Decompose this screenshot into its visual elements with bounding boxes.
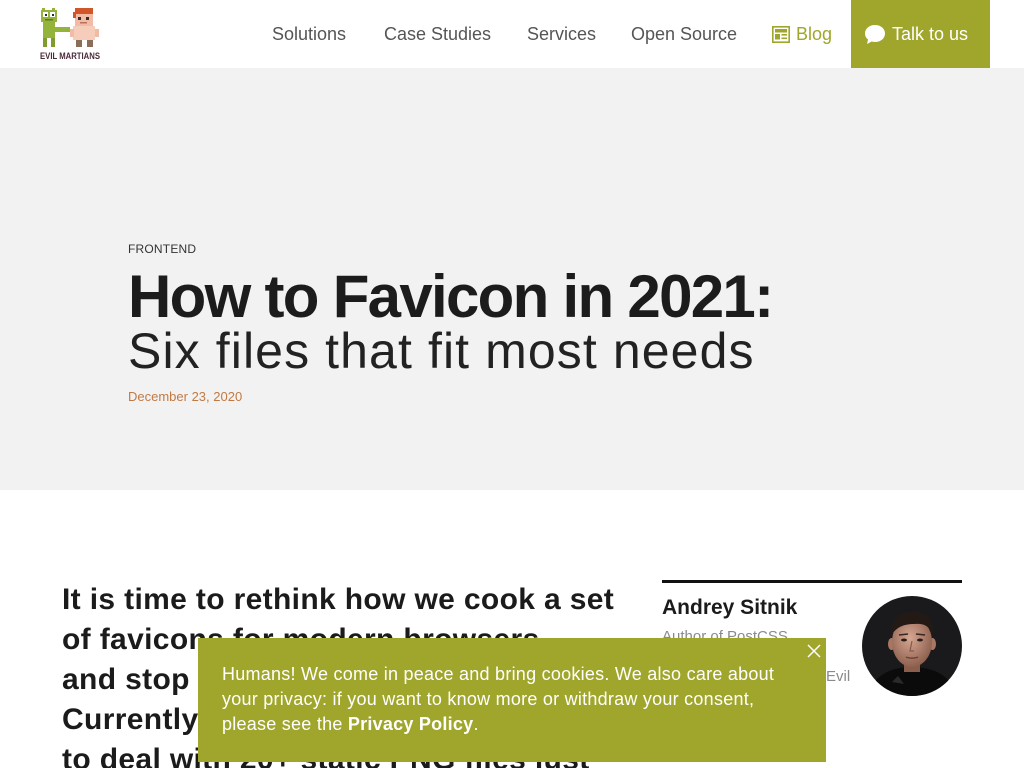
close-icon[interactable]	[807, 644, 821, 658]
nav-solutions[interactable]: Solutions	[272, 0, 346, 68]
author-bio-fragment: Evil	[826, 668, 851, 685]
cookie-text-end: .	[473, 714, 479, 734]
nav-blog[interactable]: Blog	[772, 0, 832, 68]
publish-date: December 23, 2020	[128, 389, 243, 404]
privacy-policy-link[interactable]: Privacy Policy	[348, 714, 474, 734]
talk-to-us-button[interactable]: Talk to us	[851, 0, 990, 68]
logo-text: EVIL MARTIANS	[40, 51, 100, 61]
blog-grid-icon	[772, 25, 790, 43]
article-subtitle: Six files that fit most needs	[128, 323, 755, 379]
article-hero: FRONTEND How to Favicon in 2021: Six fil…	[0, 68, 1024, 490]
cookie-text-line-last: please see the Privacy Policy.	[222, 712, 802, 737]
author-photo[interactable]	[862, 596, 962, 696]
cookie-banner: Humans! We come in peace and bring cooki…	[198, 638, 826, 762]
cookie-text-line: Humans! We come in peace and bring cooki…	[222, 664, 775, 684]
article-title: How to Favicon in 2021:	[128, 263, 774, 330]
nav-open-source[interactable]: Open Source	[631, 0, 737, 68]
nav-case-studies[interactable]: Case Studies	[384, 0, 491, 68]
cookie-text-prefix: please see the	[222, 714, 348, 734]
cookie-text-line: your privacy: if you want to know more o…	[222, 689, 755, 709]
site-header: EVIL MARTIANS Solutions Case Studies Ser…	[0, 0, 1024, 68]
talk-to-us-label: Talk to us	[892, 23, 969, 44]
nav-services[interactable]: Services	[527, 0, 596, 68]
author-name[interactable]: Andrey Sitnik	[662, 596, 797, 620]
author-divider	[662, 580, 962, 583]
category-label[interactable]: FRONTEND	[128, 241, 196, 257]
speech-bubble-icon	[864, 24, 886, 45]
logo-image: EVIL MARTIANS	[40, 8, 100, 61]
nav-blog-label: Blog	[796, 23, 833, 44]
lead-line: It is time to rethink how we cook a set	[62, 583, 615, 616]
evil-martians-logo[interactable]: EVIL MARTIANS	[39, 7, 101, 61]
